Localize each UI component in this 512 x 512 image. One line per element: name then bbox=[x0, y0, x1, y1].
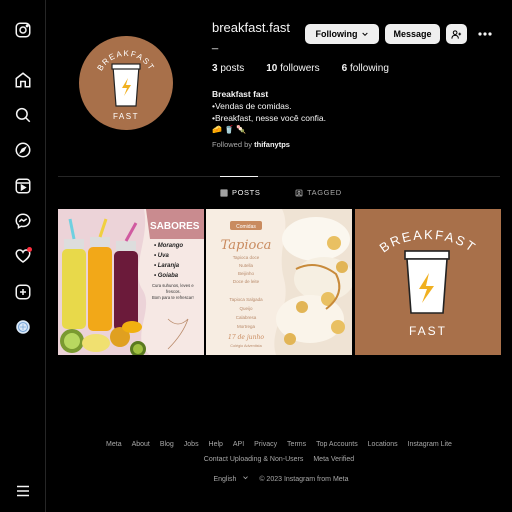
instagram-icon[interactable] bbox=[13, 20, 33, 40]
more-options-icon[interactable] bbox=[478, 27, 492, 41]
footer-link[interactable]: Instagram Lite bbox=[408, 441, 452, 448]
footer-bottom: English © 2023 Instagram from Meta bbox=[58, 474, 500, 483]
post1-flavor: • Goiaba bbox=[154, 273, 179, 279]
post2-item: Calabresa bbox=[236, 315, 257, 320]
post2-item: Queijo bbox=[239, 306, 253, 311]
grid-icon bbox=[220, 189, 228, 196]
tab-tagged[interactable]: TAGGED bbox=[295, 188, 342, 197]
footer-link[interactable]: Top Accounts bbox=[316, 441, 358, 448]
post2-tag: Comidas bbox=[236, 224, 256, 230]
footer-link[interactable]: Terms bbox=[287, 441, 306, 448]
footer-link[interactable]: Blog bbox=[160, 441, 174, 448]
profile-username: breakfast.fast bbox=[212, 20, 291, 35]
username-suffix: _ bbox=[212, 38, 219, 50]
heart-icon[interactable] bbox=[13, 246, 33, 266]
footer-links: Meta About Blog Jobs Help API Privacy Te… bbox=[58, 437, 500, 467]
post2-item: Tapioca Salgada bbox=[229, 297, 263, 302]
followed-by[interactable]: Followed by thifanytps bbox=[212, 140, 290, 149]
footer-link[interactable]: Contact Uploading & Non-Users bbox=[204, 456, 304, 463]
following-button-label: Following bbox=[315, 29, 358, 39]
active-tab-indicator bbox=[220, 176, 258, 177]
explore-icon[interactable] bbox=[13, 140, 33, 160]
following-button[interactable]: Following bbox=[305, 24, 379, 44]
message-button-label: Message bbox=[393, 29, 432, 39]
home-icon[interactable] bbox=[13, 70, 33, 90]
post2-item: Mortrega bbox=[237, 324, 256, 329]
post1-caption: Cura suhunos, leves e bbox=[152, 283, 194, 288]
profile-stats: 3 posts 10 followers 6 following bbox=[212, 63, 389, 74]
create-icon[interactable] bbox=[13, 282, 33, 302]
following-stat[interactable]: 6 following bbox=[342, 63, 389, 74]
footer-link[interactable]: Jobs bbox=[184, 441, 199, 448]
followers-stat[interactable]: 10 followers bbox=[266, 63, 319, 74]
add-user-icon bbox=[451, 29, 462, 39]
posts-stat: 3 posts bbox=[212, 63, 245, 74]
post2-item: Nutella bbox=[239, 263, 254, 268]
post1-caption: frescos. bbox=[166, 289, 181, 294]
post1-flavor: • Uva bbox=[154, 253, 169, 259]
post-tile-logo[interactable]: BREAKFAST FAST bbox=[355, 209, 501, 355]
post2-item: Tapioca doce bbox=[233, 255, 260, 260]
post2-item: Beijinho bbox=[238, 271, 255, 276]
profile-avatar-icon[interactable] bbox=[13, 317, 33, 337]
copyright: © 2023 Instagram from Meta bbox=[259, 476, 349, 483]
bio-line: •Vendas de comidas. bbox=[212, 101, 292, 111]
post-tile-juices[interactable]: SABORES • Morango • Uva • Laranja • Goia… bbox=[58, 209, 204, 355]
notification-dot bbox=[27, 247, 32, 252]
menu-icon[interactable] bbox=[13, 481, 33, 501]
reels-icon[interactable] bbox=[13, 176, 33, 196]
tabs-divider bbox=[58, 176, 500, 177]
footer-link[interactable]: About bbox=[132, 441, 150, 448]
sidebar-nav bbox=[0, 0, 46, 512]
post1-flavor: • Laranja bbox=[154, 263, 180, 269]
footer-link[interactable]: Meta Verified bbox=[313, 456, 354, 463]
suggested-users-button[interactable] bbox=[446, 24, 467, 44]
profile-avatar[interactable]: BREAKFAST FAST bbox=[79, 36, 173, 130]
footer-link[interactable]: API bbox=[233, 441, 244, 448]
bio-emojis: 🧀 🥤 🍡 bbox=[212, 125, 247, 134]
bio-name: Breakfast fast bbox=[212, 89, 269, 99]
search-icon[interactable] bbox=[13, 105, 33, 125]
avatar-text-bottom: FAST bbox=[113, 112, 139, 121]
post2-item: Doce de leite bbox=[233, 279, 260, 284]
post2-date: 17 de junho bbox=[228, 334, 264, 341]
footer-link[interactable]: Meta bbox=[106, 441, 122, 448]
post2-title: Tapioca bbox=[221, 238, 272, 253]
footer-link[interactable]: Privacy bbox=[254, 441, 277, 448]
language-select[interactable]: English bbox=[209, 476, 249, 483]
bio-line: •Breakfast, nesse você confia. bbox=[212, 113, 327, 123]
post3-text-bottom: FAST bbox=[409, 324, 447, 338]
profile-bio: Breakfast fast •Vendas de comidas. •Brea… bbox=[212, 88, 326, 136]
tab-posts[interactable]: POSTS bbox=[220, 188, 260, 197]
post1-heading: SABORES bbox=[150, 221, 200, 232]
post1-flavor: • Morango bbox=[154, 243, 183, 249]
chevron-down-icon bbox=[361, 32, 368, 37]
messenger-icon[interactable] bbox=[13, 211, 33, 231]
post-tile-tapioca[interactable]: Comidas Tapioca Tapioca doce Nutella Bei… bbox=[206, 209, 352, 355]
tagged-icon bbox=[295, 189, 303, 196]
post1-caption: Bom para te refrescar! bbox=[152, 295, 194, 300]
message-button[interactable]: Message bbox=[385, 24, 440, 44]
post2-place: Colégio Adventista bbox=[230, 344, 262, 348]
chevron-down-icon bbox=[243, 476, 249, 480]
footer-link[interactable]: Help bbox=[209, 441, 223, 448]
footer-link[interactable]: Locations bbox=[368, 441, 398, 448]
